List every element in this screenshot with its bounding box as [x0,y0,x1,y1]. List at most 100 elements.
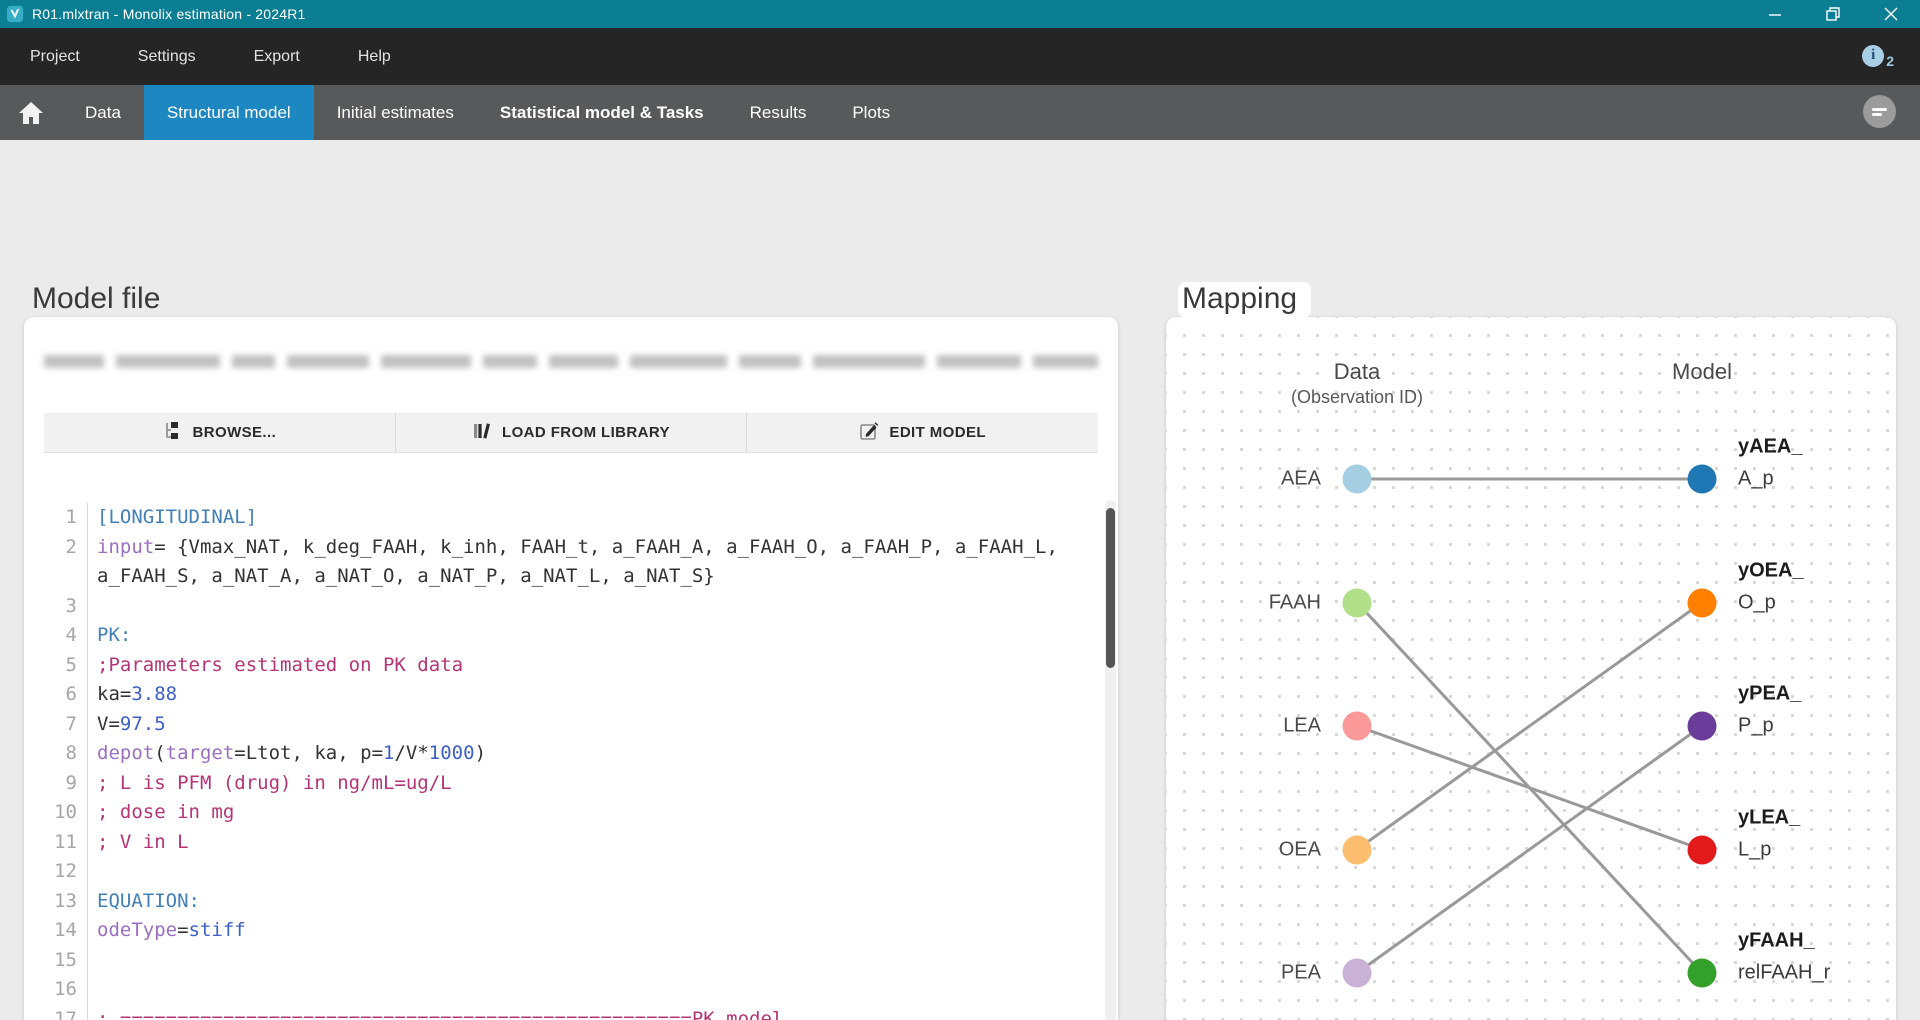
edit-pencil-icon [859,421,879,445]
mapping-data-node-aea[interactable] [1343,465,1372,494]
restore-icon[interactable] [1804,0,1862,28]
mapping-link [1357,726,1702,973]
editor-scrollbar-thumb[interactable] [1106,508,1115,668]
mapping-model-name-ylea_: yLEA_ [1738,806,1800,829]
mapping-model-sub-l_p: L_p [1738,838,1771,861]
code-line: 6ka=3.88 [24,680,1104,710]
notification-count: 2 [1886,53,1894,69]
mapping-data-header: Data [1334,359,1380,385]
tab-plots[interactable]: Plots [829,85,913,140]
model-file-path-blurred [44,355,1098,371]
menu-item-settings[interactable]: Settings [138,48,196,65]
main-content: Model file Mapping BROWSE...LOAD FROM LI… [0,140,1920,1020]
code-line: 16 [24,975,1104,1005]
line-number: 10 [24,798,88,828]
line-number: 9 [24,769,88,799]
tab-initial-estimates[interactable]: Initial estimates [314,85,477,140]
code-line: 10; dose in mg [24,798,1104,828]
code-line: 5;Parameters estimated on PK data [24,651,1104,681]
mapping-links [1166,317,1896,1020]
line-number: 8 [24,739,88,769]
menu-item-project[interactable]: Project [30,48,80,65]
model-file-panel: BROWSE...LOAD FROM LIBRARYEDIT MODEL 1[L… [24,317,1118,1020]
menu-bar: Project Settings Export Help i 2 [0,28,1920,85]
mapping-link [1357,603,1702,850]
code-line: 11; V in L [24,828,1104,858]
line-number: 17 [24,1005,88,1020]
line-number: 3 [24,592,88,622]
mapping-model-node-p_p[interactable] [1688,712,1717,741]
mapping-data-node-oea[interactable] [1343,835,1372,864]
mapping-data-label-pea: PEA [1281,962,1321,985]
tab-statistical-model-tasks[interactable]: Statistical model & Tasks [477,85,727,140]
chat-bubble-icon[interactable] [1861,94,1898,131]
line-number: 4 [24,621,88,651]
tab-bar: DataStructural modelInitial estimatesSta… [0,85,1920,140]
menu-item-export[interactable]: Export [254,48,300,65]
mapping-model-node-o_p[interactable] [1688,588,1717,617]
info-icon: i [1862,45,1884,67]
mapping-data-label-aea: AEA [1281,468,1321,491]
code-line: 12 [24,857,1104,887]
tab-data[interactable]: Data [62,85,144,140]
code-line: 1[LONGITUDINAL] [24,503,1104,533]
tab-structural-model[interactable]: Structural model [144,85,314,140]
code-line: 13EQUATION: [24,887,1104,917]
line-number: 6 [24,680,88,710]
mapping-model-name-yfaah_: yFAAH_ [1738,930,1815,953]
home-icon [18,101,44,125]
mapping-model-header: Model [1672,359,1732,385]
model-file-title: Model file [32,282,160,316]
mapping-model-node-relfaah_r[interactable] [1688,959,1717,988]
code-line: 9; L is PFM (drug) in ng/mL=ug/L [24,769,1104,799]
mapping-data-subheader: (Observation ID) [1291,387,1423,408]
mapping-data-label-oea: OEA [1279,838,1321,861]
mapping-data-label-faah: FAAH [1269,591,1321,614]
mapping-data-node-faah[interactable] [1343,588,1372,617]
line-number: 7 [24,710,88,740]
close-icon[interactable] [1862,0,1920,28]
mapping-panel: Data (Observation ID) Model AEAFAAHLEAOE… [1166,317,1896,1020]
tab-results[interactable]: Results [727,85,830,140]
code-line: a_FAAH_S, a_NAT_A, a_NAT_O, a_NAT_P, a_N… [24,562,1104,592]
code-editor[interactable]: 1[LONGITUDINAL]2input= {Vmax_NAT, k_deg_… [24,497,1104,1020]
code-line: 3 [24,592,1104,622]
code-line: 14odeType=stiff [24,916,1104,946]
code-line: 7V=97.5 [24,710,1104,740]
mapping-model-node-l_p[interactable] [1688,835,1717,864]
window-title: R01.mlxtran - Monolix estimation - 2024R… [32,6,306,22]
menu-item-help[interactable]: Help [358,48,391,65]
line-number: 15 [24,946,88,976]
tab-home[interactable] [0,85,62,140]
mapping-model-sub-relfaah_r: relFAAH_r [1738,962,1830,985]
editor-scrollbar[interactable] [1105,500,1116,1020]
mapping-model-node-a_p[interactable] [1688,465,1717,494]
library-icon [472,421,492,445]
line-number: 1 [24,503,88,533]
line-number [24,562,88,592]
line-number: 5 [24,651,88,681]
model-file-toolbar: BROWSE...LOAD FROM LIBRARYEDIT MODEL [44,413,1098,453]
mapping-title: Mapping [1178,282,1311,318]
code-line: 8depot(target=Ltot, ka, p=1/V*1000) [24,739,1104,769]
line-number: 13 [24,887,88,917]
notification-indicator[interactable]: i 2 [1862,45,1894,69]
mapping-model-name-ypea_: yPEA_ [1738,683,1801,706]
edit-model-button[interactable]: EDIT MODEL [746,413,1098,452]
load-from-library-button[interactable]: LOAD FROM LIBRARY [395,413,747,452]
mapping-model-sub-o_p: O_p [1738,591,1776,614]
mapping-model-sub-p_p: P_p [1738,715,1774,738]
minimize-icon[interactable] [1746,0,1804,28]
browse-tree-icon [163,421,183,445]
mapping-model-name-yaea_: yAEA_ [1738,436,1802,459]
code-line: 17; ====================================… [24,1005,1104,1020]
mapping-data-node-lea[interactable] [1343,712,1372,741]
title-bar: R01.mlxtran - Monolix estimation - 2024R… [0,0,1920,28]
mapping-model-sub-a_p: A_p [1738,468,1774,491]
line-number: 11 [24,828,88,858]
code-line: 4PK: [24,621,1104,651]
browse--button[interactable]: BROWSE... [44,413,395,452]
mapping-data-node-pea[interactable] [1343,959,1372,988]
code-line: 15 [24,946,1104,976]
line-number: 14 [24,916,88,946]
